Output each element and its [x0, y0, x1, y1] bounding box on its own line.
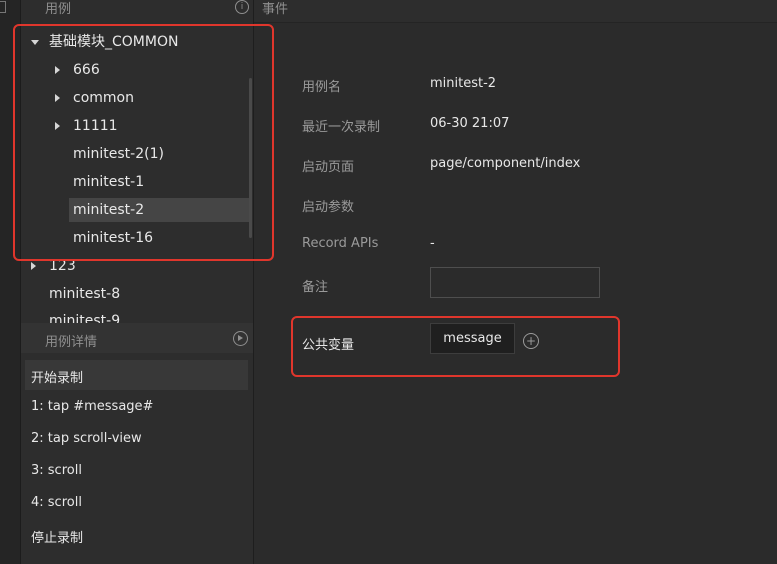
left-edge-strip [0, 0, 21, 564]
start-page-label: 启动页面 [302, 160, 355, 175]
case-panel: 用例 i 基础模块_COMMON 666 common 11111 minite… [21, 0, 253, 564]
record-apis-value: - [430, 236, 435, 251]
event-header-bar [254, 0, 777, 23]
tree-root-label: 基础模块_COMMON [49, 34, 179, 50]
tree-item-minitest-8[interactable]: minitest-8 [49, 280, 248, 308]
step-item[interactable]: 3: scroll [31, 463, 82, 478]
public-vars-label: 公共变量 [302, 338, 355, 353]
tree-item-666[interactable]: 666 [52, 56, 248, 84]
edge-tab-icon [0, 1, 6, 13]
tree-item-123[interactable]: 123 [28, 252, 248, 280]
step-start-recording[interactable]: 开始录制 [31, 367, 83, 386]
tree-item-minitest-2-1[interactable]: minitest-2(1) [73, 140, 248, 168]
collapse-triangle-icon[interactable] [55, 122, 60, 130]
cases-header: 用例 [45, 2, 72, 17]
public-var-chip[interactable]: message [430, 323, 515, 354]
expand-triangle-icon[interactable] [31, 40, 39, 45]
info-icon[interactable]: i [235, 0, 249, 14]
step-item[interactable]: 1: tap #message# [31, 399, 153, 414]
case-detail-header: 用例详情 [45, 335, 98, 350]
tree-item-11111[interactable]: 11111 [52, 112, 248, 140]
case-name-label: 用例名 [302, 80, 342, 95]
step-item[interactable]: 2: tap scroll-view [31, 431, 142, 446]
play-triangle-icon [238, 335, 243, 341]
add-circle-icon[interactable]: + [523, 333, 539, 349]
collapse-triangle-icon[interactable] [55, 94, 60, 102]
note-input[interactable] [430, 267, 600, 298]
tree-scrollbar[interactable] [249, 78, 252, 238]
case-name-value: minitest-2 [430, 76, 497, 91]
tree-root[interactable]: 基础模块_COMMON [28, 28, 248, 56]
collapse-triangle-icon[interactable] [31, 262, 36, 270]
tree-item-common[interactable]: common [52, 84, 248, 112]
tree-item-minitest-9[interactable]: minitest-9 [49, 307, 248, 323]
last-record-label: 最近一次录制 [302, 120, 381, 135]
tree-item-minitest-1[interactable]: minitest-1 [73, 168, 248, 196]
step-item[interactable]: 4: scroll [31, 495, 82, 510]
step-stop-recording[interactable]: 停止录制 [31, 527, 83, 546]
last-record-value: 06-30 21:07 [430, 116, 510, 131]
tree-item-minitest-2[interactable]: minitest-2 [73, 196, 248, 224]
start-params-label: 启动参数 [302, 200, 355, 215]
start-page-value: page/component/index [430, 156, 581, 171]
tree-item-minitest-16[interactable]: minitest-16 [73, 224, 248, 252]
events-header: 事件 [262, 2, 289, 17]
note-label: 备注 [302, 280, 329, 295]
collapse-triangle-icon[interactable] [55, 66, 60, 74]
record-apis-label: Record APIs [302, 236, 379, 251]
